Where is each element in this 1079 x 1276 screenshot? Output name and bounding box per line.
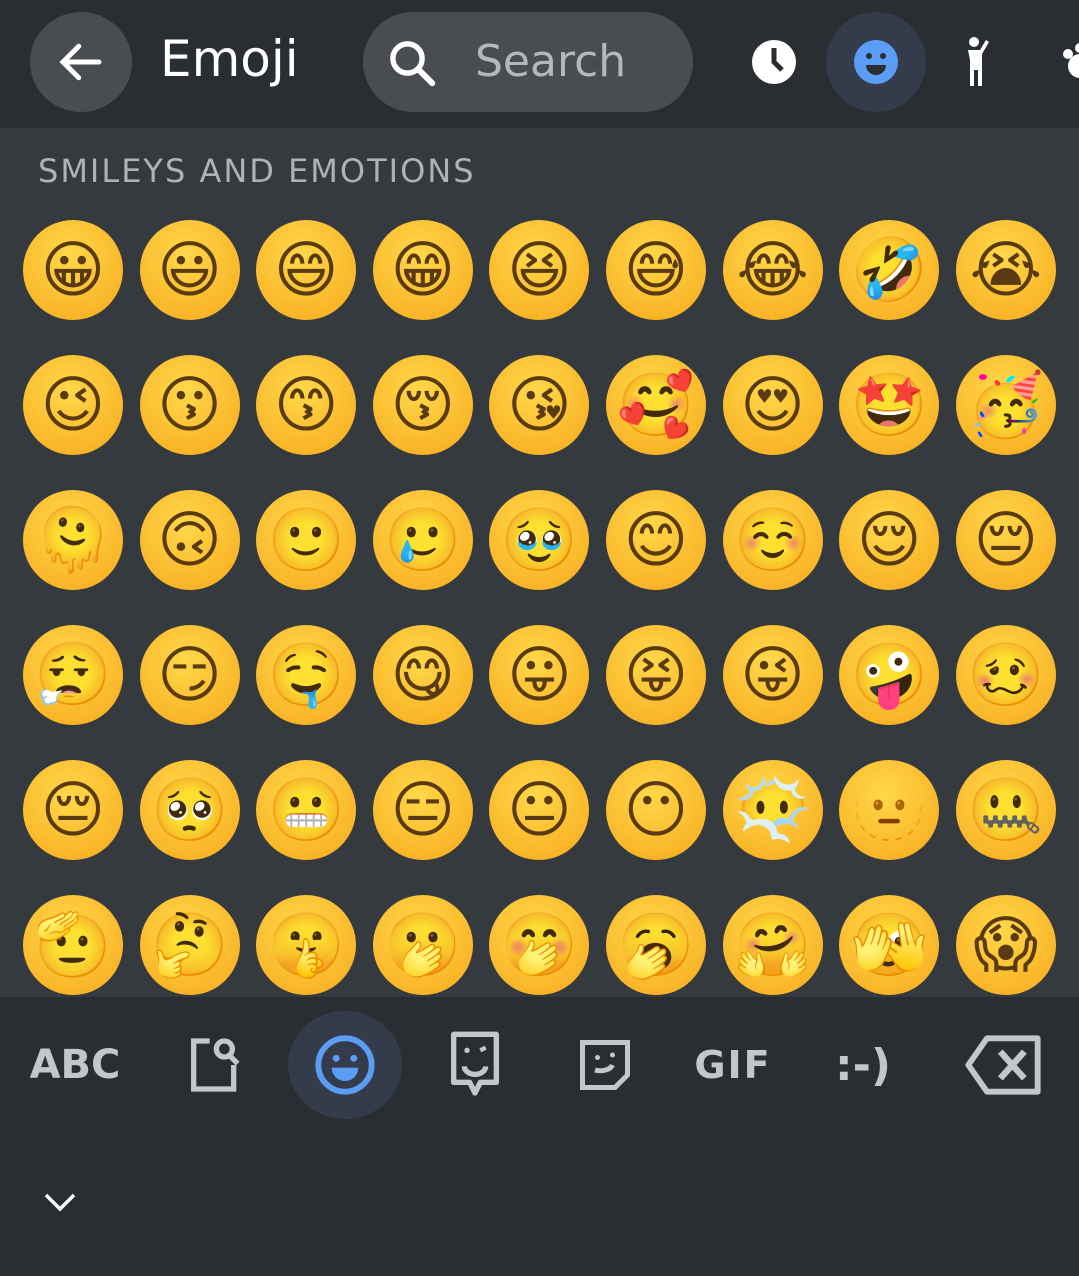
emoji-button[interactable]: 😋	[372, 625, 473, 725]
emoji-button[interactable]: 🥴	[955, 625, 1056, 725]
emoji-button[interactable]: 😀	[23, 220, 123, 320]
emoji-button[interactable]: 🥱	[606, 895, 706, 995]
emoji-header: Emoji Search	[0, 0, 1079, 128]
emoji-button[interactable]: 🤩	[839, 355, 940, 455]
emoji-button[interactable]: 😚	[372, 355, 473, 455]
emoji-button[interactable]: 🫥	[839, 760, 940, 860]
search-input[interactable]: Search	[363, 12, 693, 112]
emoji-button[interactable]: 🥹	[489, 490, 590, 590]
keyboard-bottom-bar: ABC GIF :-)	[0, 997, 1079, 1276]
emoji-tab-button[interactable]	[288, 1011, 402, 1119]
section-title: SMILEYS AND EMOTIONS	[38, 152, 476, 190]
emoji-button[interactable]: 😗	[139, 355, 240, 455]
category-people[interactable]	[928, 12, 1028, 112]
chevron-down-icon	[44, 1193, 76, 1212]
emoji-button[interactable]: 😶	[606, 760, 706, 860]
paw-icon	[1063, 43, 1079, 78]
emoji-button[interactable]: 😔	[955, 490, 1056, 590]
category-smileys[interactable]	[826, 12, 926, 112]
emoji-button[interactable]: 🤣	[839, 220, 940, 320]
back-button[interactable]	[30, 12, 132, 112]
emoji-button[interactable]: 😏	[139, 625, 240, 725]
emoji-button[interactable]: 😬	[256, 760, 357, 860]
emoji-button[interactable]: 😶‍🌫️	[722, 760, 823, 860]
emoji-button[interactable]: 😁	[372, 220, 473, 320]
abc-button[interactable]: ABC	[18, 1011, 132, 1119]
search-icon	[390, 41, 436, 87]
emoji-button[interactable]: 😃	[139, 220, 240, 320]
emoticons-button[interactable]: :-)	[806, 1011, 920, 1119]
emoji-button[interactable]: 🤤	[256, 625, 357, 725]
emoji-button[interactable]: 😜	[722, 625, 823, 725]
emoji-kitchen-search-button[interactable]	[158, 1011, 272, 1119]
emoji-button[interactable]: 🫡	[23, 895, 123, 995]
emoji-button[interactable]: 🤫	[256, 895, 357, 995]
emoji-button[interactable]: 🫣	[839, 895, 940, 995]
emoji-button[interactable]: 🥲	[372, 490, 473, 590]
emoji-button[interactable]: 🙃	[139, 490, 240, 590]
emoji-button[interactable]: 🤪	[839, 625, 940, 725]
emoji-grid-panel: SMILEYS AND EMOTIONS 😀 😃 😄 😁 😆 😅 😂 🤣 😭 😉 😗 😙 😚 😘 🥰 😍 🤩 🥳 🫠…	[0, 128, 1079, 997]
category-recent[interactable]	[724, 12, 824, 112]
emoticon-label: :-)	[835, 1039, 891, 1091]
clock-icon	[752, 40, 796, 84]
smiley-icon	[854, 40, 898, 84]
emoji-button[interactable]: 🥰	[606, 355, 706, 455]
page-title: Emoji	[160, 30, 299, 88]
arrow-left-icon	[59, 43, 102, 81]
emoji-button[interactable]: 😂	[722, 220, 823, 320]
collapse-keyboard-button[interactable]	[40, 1187, 80, 1217]
smiley-outline-icon	[315, 1035, 375, 1095]
emoji-button[interactable]: 🥺	[139, 760, 240, 860]
emoji-button[interactable]: 😊	[606, 490, 706, 590]
backspace-button[interactable]	[946, 1011, 1060, 1119]
emoji-button[interactable]: 😌	[839, 490, 940, 590]
emoji-button[interactable]: 🫢	[372, 895, 473, 995]
emoji-button[interactable]: 😝	[606, 625, 706, 725]
emoji-button[interactable]: 😅	[606, 220, 706, 320]
backspace-icon	[965, 1035, 1041, 1095]
emoji-button[interactable]: 😛	[489, 625, 590, 725]
chat-smiley-icon	[451, 1031, 499, 1096]
emoji-button[interactable]: 😍	[722, 355, 823, 455]
emoji-button[interactable]: 😆	[489, 220, 590, 320]
stickers-button[interactable]	[548, 1011, 662, 1119]
gif-button[interactable]: GIF	[676, 1011, 790, 1119]
sticker-search-icon	[191, 1038, 240, 1092]
bitmoji-button[interactable]	[418, 1011, 532, 1119]
emoji-button[interactable]: 🤔	[139, 895, 240, 995]
emoji-button[interactable]: ☺️	[722, 490, 823, 590]
emoji-button[interactable]: 😑	[372, 760, 473, 860]
emoji-button[interactable]: 😱	[955, 895, 1056, 995]
person-icon	[968, 37, 989, 86]
emoji-button[interactable]: 🫠	[23, 490, 123, 590]
emoji-button[interactable]: 😘	[489, 355, 590, 455]
gif-label: GIF	[694, 1043, 772, 1087]
emoji-button[interactable]: 😐	[489, 760, 590, 860]
emoji-button[interactable]: 😭	[955, 220, 1056, 320]
emoji-button[interactable]: 🤐	[955, 760, 1056, 860]
emoji-button[interactable]: 🤗	[722, 895, 823, 995]
emoji-button[interactable]: 🙂	[256, 490, 357, 590]
category-animals[interactable]	[1030, 12, 1079, 112]
emoji-button[interactable]: 😙	[256, 355, 357, 455]
emoji-button[interactable]: 😔	[23, 760, 123, 860]
emoji-button[interactable]: 😮‍💨	[23, 625, 123, 725]
search-placeholder: Search	[475, 36, 627, 87]
sticker-icon	[580, 1040, 630, 1090]
emoji-button[interactable]: 😉	[23, 355, 123, 455]
emoji-button[interactable]: 🥳	[955, 355, 1056, 455]
emoji-button[interactable]: 🤭	[489, 895, 590, 995]
abc-label: ABC	[29, 1042, 121, 1088]
emoji-button[interactable]: 😄	[256, 220, 357, 320]
